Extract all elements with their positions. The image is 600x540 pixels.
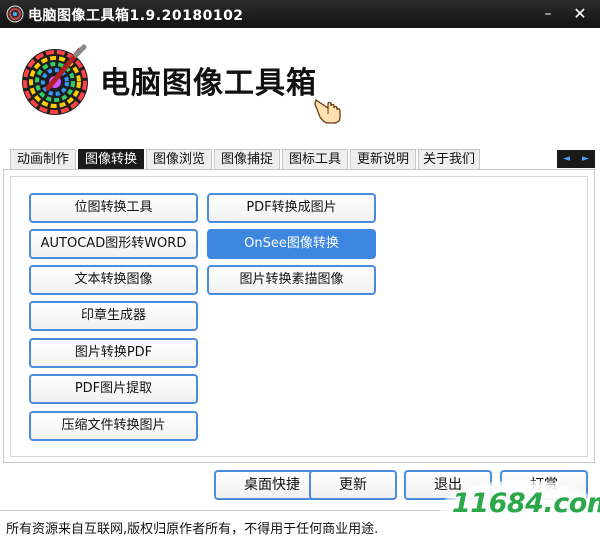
minimize-button[interactable]: – [538, 4, 558, 24]
image-to-pdf-button[interactable]: 图片转换PDF [29, 338, 198, 368]
copyright-notice: 所有资源来自互联网,版权归原作者所有，不得用于任何商业用途. [6, 522, 379, 537]
tab-label: 图像捕捉 [220, 152, 273, 167]
update-button[interactable]: 更新 [309, 470, 397, 500]
text-to-image-button[interactable]: 文本转换图像 [29, 265, 198, 295]
tab-icon-tools[interactable]: 图标工具 [282, 149, 348, 169]
tab-image-browse[interactable]: 图像浏览 [146, 149, 212, 169]
window-title: 电脑图像工具箱1.9.20180102 [28, 8, 244, 24]
tab-image-capture[interactable]: 图像捕捉 [214, 149, 280, 169]
tab-update-notes[interactable]: 更新说明 [350, 149, 416, 169]
color-wheel-logo-icon [22, 44, 88, 115]
tab-scroll-control: ◄ ► [557, 150, 595, 168]
tab-animation[interactable]: 动画制作 [10, 149, 76, 169]
tab-label: 图标工具 [288, 152, 341, 167]
onsee-convert-button[interactable]: OnSee图像转换 [207, 229, 376, 259]
tab-scroll-right-icon[interactable]: ► [576, 150, 595, 168]
tab-label: 更新说明 [356, 152, 409, 167]
tab-image-convert[interactable]: 图像转换 [78, 149, 144, 169]
tab-label: 图像浏览 [152, 152, 205, 167]
tab-label: 动画制作 [16, 152, 69, 167]
pointing-hand-icon [314, 98, 341, 124]
watermark-text: 11684.com [452, 488, 600, 519]
app-heading: 电脑图像工具箱 [100, 66, 317, 101]
app-window: 电脑图像工具箱1.9.20180102 – ✕ 电脑图像工具箱 动画制作 图像转… [0, 0, 600, 540]
bitmap-convert-button[interactable]: 位图转换工具 [29, 193, 198, 223]
seal-generator-button[interactable]: 印章生成器 [29, 301, 198, 331]
pdf-to-image-button[interactable]: PDF转换成图片 [207, 193, 376, 223]
title-bar[interactable]: 电脑图像工具箱1.9.20180102 – ✕ [0, 0, 600, 28]
image-to-sketch-button[interactable]: 图片转换素描图像 [207, 265, 376, 295]
close-button[interactable]: ✕ [570, 4, 590, 24]
tab-scroll-left-icon[interactable]: ◄ [557, 150, 576, 168]
tab-label: 图像转换 [84, 152, 137, 167]
archive-to-image-button[interactable]: 压缩文件转换图片 [29, 411, 198, 441]
autocad-to-word-button[interactable]: AUTOCAD图形转WORD [29, 229, 198, 259]
tab-label: 关于我们 [422, 152, 475, 167]
tab-about-us[interactable]: 关于我们 [418, 149, 480, 169]
app-icon [6, 5, 24, 23]
pdf-image-extract-button[interactable]: PDF图片提取 [29, 374, 198, 404]
